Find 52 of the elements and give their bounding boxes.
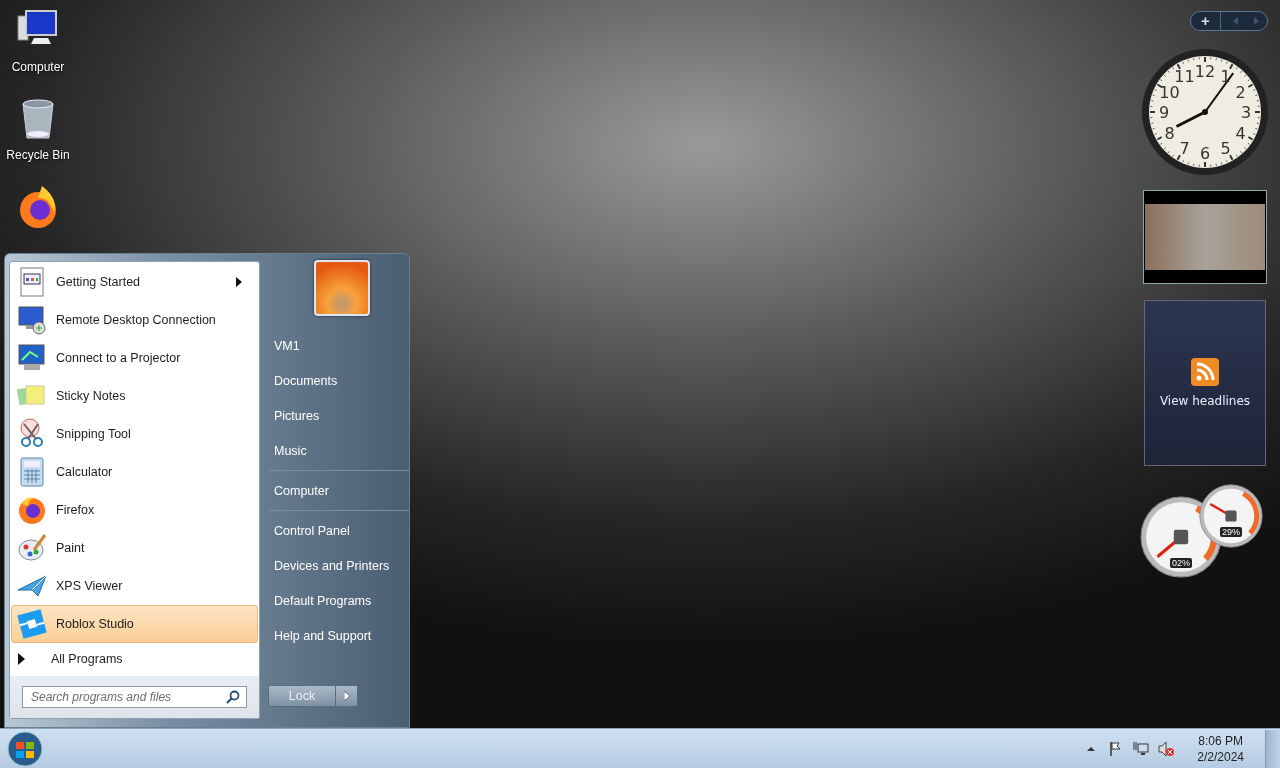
clock-numeral: 1 <box>1220 67 1231 87</box>
gauge-dial <box>1199 484 1263 548</box>
network-icon[interactable] <box>1133 740 1150 757</box>
desktop-icon-label[interactable]: Computer <box>11 60 65 74</box>
clock-numeral: 5 <box>1220 138 1231 158</box>
clock-numeral: 4 <box>1235 123 1246 143</box>
triangle-arrow-icon <box>343 691 350 701</box>
program-item[interactable]: Getting Started <box>11 263 258 301</box>
add-gadget-button[interactable]: + <box>1191 12 1221 30</box>
start-menu-link[interactable]: Devices and Printers <box>268 548 398 583</box>
start-menu-link[interactable]: Help and Support <box>268 618 398 653</box>
start-menu-link[interactable]: Pictures <box>268 398 398 433</box>
program-item[interactable]: XPS Viewer <box>11 567 258 605</box>
search-icon <box>226 690 240 704</box>
paint-icon <box>16 532 48 564</box>
program-item[interactable]: Calculator <box>11 453 258 491</box>
clock-numeral: 6 <box>1199 144 1211 163</box>
start-menu-link[interactable]: Control Panel <box>268 513 398 548</box>
all-programs-button[interactable]: All Programs <box>10 643 259 675</box>
start-menu-link[interactable]: VM1 <box>268 328 398 363</box>
clock-numeral: 2 <box>1235 82 1246 102</box>
clock-numeral: 9 <box>1158 103 1170 122</box>
program-item[interactable]: Sticky Notes <box>11 377 258 415</box>
gauge-reading: 29% <box>1220 527 1242 537</box>
program-item[interactable]: Snipping Tool <box>11 415 258 453</box>
clock-numeral: 3 <box>1240 103 1252 122</box>
clock-numeral: 7 <box>1179 138 1190 158</box>
program-item[interactable]: Roblox Studio <box>11 605 258 643</box>
start-button[interactable] <box>6 729 44 768</box>
rss-feed-icon <box>1191 358 1219 386</box>
submenu-arrow-icon <box>235 277 243 287</box>
program-item[interactable]: Remote Desktop Connection <box>11 301 258 339</box>
remote-desktop-icon <box>16 304 48 336</box>
program-item[interactable]: Paint <box>11 529 258 567</box>
start-menu-link[interactable]: Default Programs <box>268 583 398 618</box>
lock-options-button[interactable] <box>336 685 358 707</box>
clock-numeral: 12 <box>1194 62 1216 81</box>
program-item[interactable]: Connect to a Projector <box>11 339 258 377</box>
gauge-reading: 02% <box>1170 558 1192 568</box>
desktop-icon-label[interactable]: Recycle Bin <box>6 148 70 162</box>
triangle-arrow-icon <box>18 653 25 665</box>
start-menu-link[interactable]: Computer <box>268 473 398 508</box>
user-picture <box>314 260 370 316</box>
clock-date[interactable]: 2/2/2024 <box>1197 748 1244 765</box>
search-field[interactable]: Search programs and files <box>22 686 247 708</box>
program-item[interactable]: Firefox <box>11 491 258 529</box>
clock-numeral: 8 <box>1164 123 1175 143</box>
start-menu-link[interactable]: Music <box>268 433 398 468</box>
clock-time[interactable]: 8:06 PM <box>1198 732 1243 749</box>
muted-speaker-icon[interactable] <box>1158 740 1175 757</box>
view-headlines-link[interactable]: View headlines <box>1159 394 1251 408</box>
start-menu-link[interactable]: Documents <box>268 363 398 398</box>
